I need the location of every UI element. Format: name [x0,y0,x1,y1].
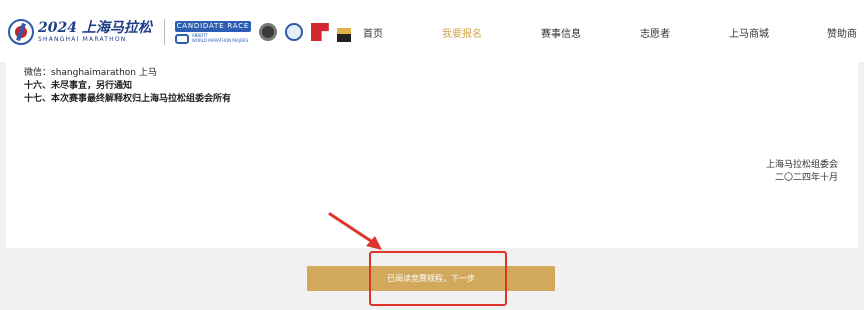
annotation-arrow-icon [328,212,382,250]
